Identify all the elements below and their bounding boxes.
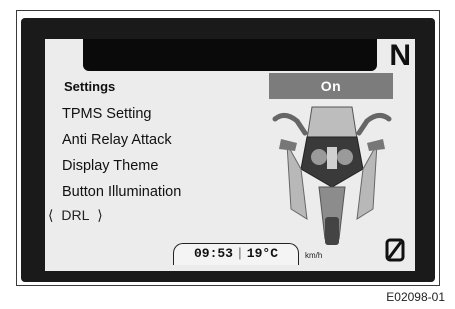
menu-item-button-illumination[interactable]: Button Illumination	[62, 184, 181, 200]
top-status-bar	[83, 39, 377, 71]
nav-right-arrow-icon[interactable]: ⟩	[97, 207, 102, 224]
clock-time: 09:53	[193, 246, 233, 261]
drl-nav-row[interactable]: ⟨ DRL ⟩	[48, 207, 103, 224]
motorcycle-front-icon	[272, 106, 392, 245]
speed-unit-label: km/h	[305, 251, 323, 260]
time-temperature-bar: 09:53 | 19°C	[173, 243, 299, 265]
nav-left-arrow-icon[interactable]: ⟨	[48, 207, 53, 224]
drl-label: DRL	[61, 207, 90, 223]
gear-indicator: N	[389, 39, 411, 72]
ambient-temperature: 19°C	[246, 246, 279, 261]
dashboard-screen: N Settings On TPMS Setting Anti Relay At…	[45, 39, 415, 271]
box-zero-icon	[385, 238, 405, 269]
status-separator: |	[235, 246, 244, 261]
selected-value-box[interactable]: On	[269, 73, 393, 99]
menu-item-tpms-setting[interactable]: TPMS Setting	[62, 106, 151, 122]
settings-title: Settings	[64, 79, 116, 94]
menu-item-anti-relay-attack[interactable]: Anti Relay Attack	[62, 132, 172, 148]
menu-item-display-theme[interactable]: Display Theme	[62, 158, 158, 174]
figure-id-label: E02098-01	[386, 290, 445, 304]
